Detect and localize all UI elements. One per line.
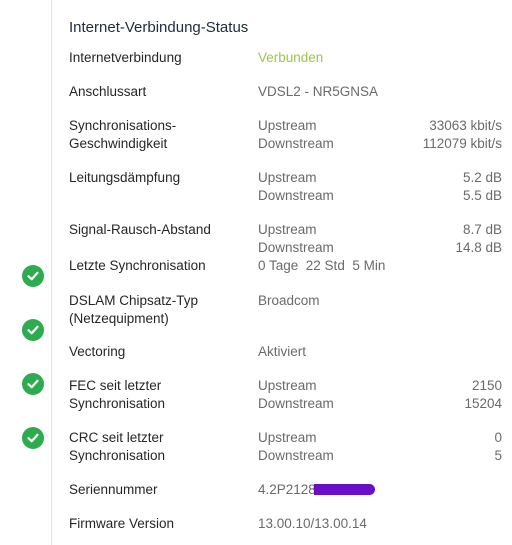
upstream-label: Upstream [258, 170, 317, 185]
serial-number-text: 4.2P2128 [258, 482, 316, 497]
downstream-value: 112079 kbit/s [422, 136, 502, 151]
row-label: Signal-Rausch-Abstand [69, 222, 211, 237]
downstream-label: Downstream [258, 240, 334, 255]
direction-labels: Upstream Downstream [258, 221, 334, 257]
direction-values: 0 5 [494, 429, 502, 465]
panel-title: Internet-Verbindung-Status [69, 19, 249, 36]
direction-labels: Upstream Downstream [258, 429, 334, 465]
row-label-line: Synchronisations- [69, 118, 177, 133]
row-label-line: Geschwindigkeit [69, 136, 168, 151]
direction-labels: Upstream Downstream [258, 377, 334, 413]
connection-type-value: VDSL2 - NR5GNSA [258, 84, 379, 99]
upstream-value: 0 [494, 430, 502, 445]
downstream-label: Downstream [258, 136, 334, 151]
upstream-label: Upstream [258, 118, 317, 133]
downstream-value: 14.8 dB [455, 240, 502, 255]
upstream-value: 33063 kbit/s [429, 118, 502, 133]
upstream-label: Upstream [258, 378, 317, 393]
row-label: Letzte Synchronisation [69, 258, 206, 273]
direction-values: 8.7 dB 14.8 dB [455, 221, 502, 257]
serial-number-value: 4.2P2128 [258, 481, 375, 499]
direction-labels: Upstream Downstream [258, 169, 334, 205]
check-circle-icon [22, 427, 44, 449]
row-label: Seriennummer [69, 482, 158, 497]
check-circle-icon [22, 265, 44, 287]
upstream-value: 5.2 dB [462, 170, 502, 185]
upstream-value: 8.7 dB [462, 222, 502, 237]
downstream-label: Downstream [258, 396, 334, 411]
upstream-label: Upstream [258, 430, 317, 445]
upstream-label: Upstream [258, 222, 317, 237]
row-label: Synchronisations- Geschwindigkeit [69, 117, 254, 153]
vectoring-value: Aktiviert [258, 344, 307, 359]
connection-status-panel: Internet-Verbindung-Status Internetverbi… [58, 0, 512, 545]
check-circle-icon [22, 373, 44, 395]
direction-labels: Upstream Downstream [258, 117, 334, 153]
row-label-line: CRC seit letzter [69, 430, 164, 445]
firmware-version-value: 13.00.10/13.00.14 [258, 516, 367, 531]
row-label-line: DSLAM Chipsatz-Typ [69, 293, 199, 308]
downstream-value: 5 [494, 448, 502, 463]
row-label: FEC seit letzter Synchronisation [69, 377, 254, 413]
direction-values: 5.2 dB 5.5 dB [463, 169, 502, 205]
row-label-line: FEC seit letzter [69, 378, 162, 393]
redaction-mark [313, 483, 375, 495]
row-label: DSLAM Chipsatz-Typ (Netzequipment) [69, 292, 254, 328]
check-circle-icon [22, 319, 44, 341]
direction-values: 33063 kbit/s 112079 kbit/s [423, 117, 502, 153]
upstream-value: 2150 [471, 378, 502, 393]
last-sync-value: 0 Tage 22 Std 5 Min [258, 258, 386, 273]
row-label: Firmware Version [69, 516, 175, 531]
dslam-chipset-value: Broadcom [258, 293, 320, 308]
downstream-label: Downstream [258, 448, 334, 463]
row-label: Leitungsdämpfung [69, 170, 181, 185]
row-label-line: Synchronisation [69, 396, 166, 411]
downstream-value: 5.5 dB [462, 188, 502, 203]
direction-values: 2150 15204 [464, 377, 502, 413]
downstream-value: 15204 [464, 396, 502, 411]
row-label-line: Synchronisation [69, 448, 166, 463]
row-label: Vectoring [69, 344, 126, 359]
timeline-line [51, 0, 52, 545]
row-label: Internetverbindung [69, 50, 182, 65]
row-label: CRC seit letzter Synchronisation [69, 429, 254, 465]
row-label-line: (Netzequipment) [69, 311, 169, 326]
connection-status-value: Verbunden [258, 50, 324, 65]
row-label: Anschlussart [69, 84, 147, 99]
downstream-label: Downstream [258, 188, 334, 203]
